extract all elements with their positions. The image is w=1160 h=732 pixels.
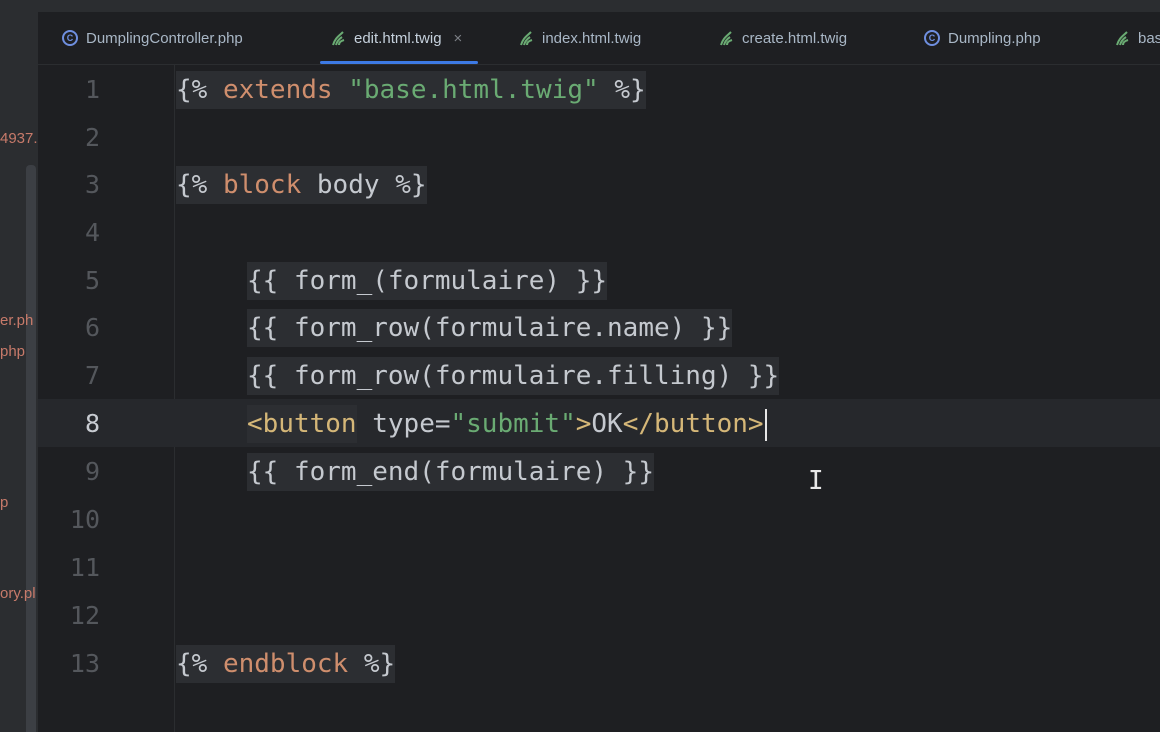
php-class-icon: C <box>62 30 78 46</box>
tab-dumpling-php[interactable]: C Dumpling.php <box>924 12 1041 64</box>
code-line-3[interactable]: {% block body %} <box>176 161 427 209</box>
code-line-8[interactable]: <button type="submit">OK</button> <box>247 400 767 448</box>
line-number: 6 <box>84 313 100 342</box>
tab-create-html-twig[interactable]: create.html.twig <box>718 12 847 64</box>
twig-icon <box>332 31 345 46</box>
twig-icon <box>720 31 733 46</box>
tab-label: bas <box>1138 29 1160 47</box>
code-line-13[interactable]: {% endblock %} <box>176 640 396 688</box>
project-file-fragment[interactable]: 4937. <box>0 130 38 147</box>
current-line-number: 8 <box>84 409 100 438</box>
project-file-fragment[interactable]: p <box>0 494 8 511</box>
php-class-icon: C <box>924 30 940 46</box>
tab-label: edit.html.twig <box>354 29 442 47</box>
line-number: 12 <box>69 601 100 630</box>
line-number: 3 <box>84 170 100 199</box>
project-scrollbar[interactable] <box>26 165 36 732</box>
text-caret <box>764 408 767 441</box>
tab-label: create.html.twig <box>742 29 848 47</box>
tab-index-html-twig[interactable]: index.html.twig <box>518 12 641 64</box>
code-line-6[interactable]: {{ form_row(formulaire.name) }} <box>247 304 733 352</box>
line-number: 1 <box>84 75 100 104</box>
ibeam-cursor-icon: I <box>808 466 824 496</box>
line-number: 4 <box>84 218 100 247</box>
line-number: 7 <box>84 361 100 390</box>
tab-edit-html-twig[interactable]: edit.html.twig × <box>319 12 479 64</box>
line-number: 11 <box>69 553 100 582</box>
project-file-fragment[interactable]: ory.pl <box>0 585 36 602</box>
close-tab-icon[interactable]: × <box>454 30 463 47</box>
project-panel: 4937. er.ph php p ory.pl <box>0 65 38 732</box>
tab-label: index.html.twig <box>542 29 642 47</box>
title-strip <box>0 0 1160 12</box>
code-line-9[interactable]: {{ form_end(formulaire) }} <box>247 448 654 496</box>
line-number: 2 <box>84 123 100 152</box>
project-file-fragment[interactable]: er.ph <box>0 312 33 329</box>
line-number: 13 <box>69 649 100 678</box>
tab-label: Dumpling.php <box>948 29 1041 47</box>
line-number: 10 <box>69 505 100 534</box>
tab-base-html-twig[interactable]: bas <box>1114 12 1160 64</box>
twig-icon <box>1116 31 1129 46</box>
line-number: 9 <box>84 457 100 486</box>
tool-window-strip <box>0 12 38 64</box>
twig-icon <box>520 31 533 46</box>
tab-label: DumplingController.php <box>86 29 243 47</box>
line-number: 5 <box>84 266 100 295</box>
code-line-5[interactable]: {{ form_(formulaire) }} <box>247 257 608 305</box>
tab-dumplingcontroller-php[interactable]: C DumplingController.php <box>62 12 243 64</box>
editor-tab-bar: C DumplingController.php edit.html.twig … <box>0 12 1160 65</box>
project-file-fragment[interactable]: php <box>0 343 25 360</box>
code-line-1[interactable]: {% extends "base.html.twig" %} <box>176 66 646 114</box>
code-line-7[interactable]: {{ form_row(formulaire.filling) }} <box>247 352 780 400</box>
